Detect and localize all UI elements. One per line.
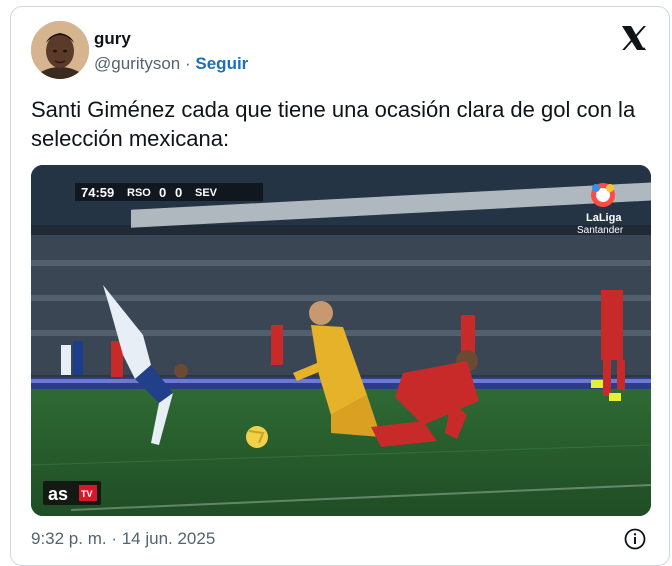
laliga-text: LaLiga [586, 212, 622, 224]
scoreboard-home-score: 0 [159, 185, 166, 200]
scoreboard-away-score: 0 [175, 185, 182, 200]
laliga-sponsor-text: Santander [577, 225, 624, 236]
tv-logo-text: TV [81, 489, 93, 499]
info-icon[interactable] [623, 527, 647, 551]
video-media[interactable]: 74:59 RSO 0 0 SEV LaLiga Santander as TV [31, 165, 651, 516]
avatar-image [31, 21, 89, 79]
avatar[interactable] [31, 21, 89, 79]
user-handle[interactable]: @gurityson [94, 54, 180, 73]
laliga-logo [591, 183, 615, 207]
scoreboard-time: 74:59 [81, 185, 114, 200]
follow-button[interactable]: Seguir [195, 54, 248, 73]
tweet-text: Santi Giménez cada que tiene una ocasión… [31, 97, 636, 151]
handle-separator: · [184, 54, 191, 73]
scoreboard-home: RSO [127, 187, 151, 199]
tweet-card: gury @gurityson · Seguir Santi Giménez c… [10, 6, 670, 566]
display-name[interactable]: gury [94, 29, 131, 49]
as-logo-text: as [48, 484, 68, 504]
handle-row: @gurityson · Seguir [94, 54, 248, 74]
video-frame: 74:59 RSO 0 0 SEV LaLiga Santander as TV [31, 165, 651, 516]
scoreboard-away: SEV [195, 187, 218, 199]
x-logo-icon[interactable] [619, 23, 649, 53]
timestamp[interactable]: 9:32 p. m. · 14 jun. 2025 [31, 529, 215, 549]
ball [246, 426, 268, 448]
